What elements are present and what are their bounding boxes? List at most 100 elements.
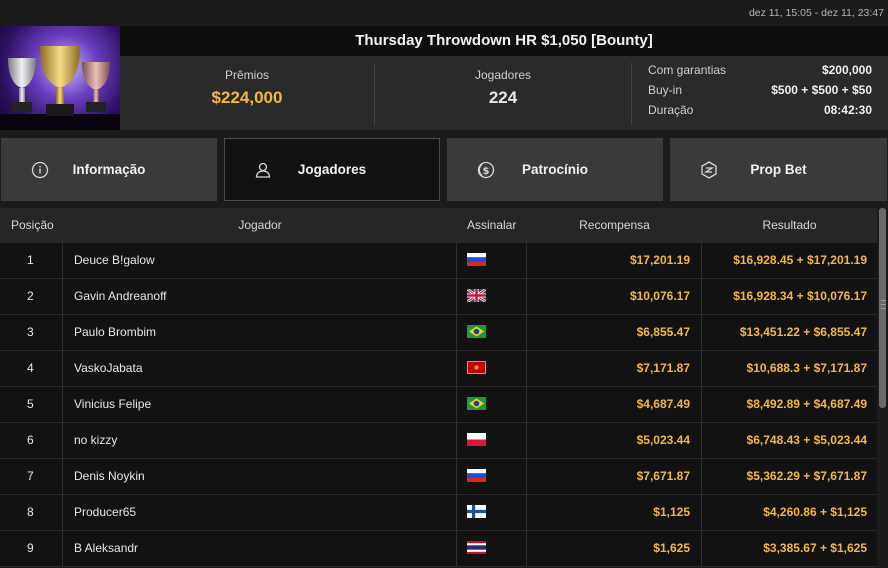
tournament-title: Thursday Throwdown HR $1,050 [Bounty] bbox=[120, 26, 888, 56]
detail-label: Com garantias bbox=[648, 63, 727, 77]
header-flag[interactable]: Assinalar bbox=[457, 208, 527, 243]
tab-players[interactable]: Jogadores bbox=[224, 138, 440, 201]
scrollbar[interactable] bbox=[878, 208, 888, 568]
prizes-value: $224,000 bbox=[211, 88, 283, 107]
tab-sponsorship[interactable]: $ Patrocínio bbox=[447, 138, 663, 201]
players-stat: Jogadores 224 bbox=[375, 56, 631, 130]
cell-result: $13,451.22 + $6,855.47 bbox=[739, 325, 867, 339]
top-bar: dez 11, 15:05 - dez 11, 23:47 bbox=[0, 0, 888, 26]
flag-pl-icon bbox=[467, 433, 486, 447]
cell-position: 5 bbox=[0, 387, 63, 422]
cell-result: $8,492.89 + $4,687.49 bbox=[746, 397, 867, 411]
dollar-coin-icon: $ bbox=[477, 161, 495, 179]
cell-reward: $1,125 bbox=[527, 495, 702, 530]
table-body: 1 Deuce B!galow $17,201.19 $16,928.45 + $17… bbox=[0, 243, 877, 567]
cell-player: Gavin Andreanoff bbox=[63, 279, 457, 314]
table-row[interactable]: 9B Aleksandr $1,625 $3,385.67 + $1,625 bbox=[0, 531, 877, 567]
cell-player: Producer65 bbox=[63, 495, 457, 530]
cell-flag bbox=[457, 495, 527, 530]
cell-position: 3 bbox=[0, 315, 63, 350]
cell-position: 9 bbox=[0, 531, 63, 566]
table-row[interactable]: 6 no kizzy $5,023.44 $6,748.43 + $5,023.44 bbox=[0, 423, 877, 459]
cell-reward: $1,625 bbox=[527, 531, 702, 566]
tournament-stats: Prêmios $224,000 Jogadores 224 Com garan… bbox=[120, 56, 888, 130]
tab-bar: Informação Jogadores $ Patrocínio Prop B… bbox=[0, 138, 888, 201]
cell-reward: $7,671.87 bbox=[527, 459, 702, 494]
tab-information[interactable]: Informação bbox=[1, 138, 217, 201]
cell-player: Vinicius Felipe bbox=[63, 387, 457, 422]
cell-player: Paulo Brombim bbox=[63, 315, 457, 350]
scrollbar-grip bbox=[881, 304, 886, 305]
table-row[interactable]: 8 Producer65 $1,125 $4,260.86 + $1,125 bbox=[0, 495, 877, 531]
detail-buyin: Buy-in $500 + $500 + $50 bbox=[648, 80, 872, 100]
tab-label: Patrocínio bbox=[521, 162, 588, 177]
flag-ru-icon bbox=[467, 253, 486, 267]
cell-position: 7 bbox=[0, 459, 63, 494]
cell-result: $4,260.86 + $1,125 bbox=[763, 505, 867, 519]
info-icon bbox=[31, 161, 49, 179]
cell-player: Deuce B!galow bbox=[63, 243, 457, 278]
table-row[interactable]: 2 Gavin Andreanoff $10,076.17 $16,928.34 + … bbox=[0, 279, 877, 315]
divider bbox=[631, 63, 632, 125]
cell-result: $6,748.43 + $5,023.44 bbox=[746, 433, 867, 447]
table-row[interactable]: 5 Vinicius Felipe $4,687.49 $8,492.89 + $4,… bbox=[0, 387, 877, 423]
cell-player: B Aleksandr bbox=[63, 531, 457, 566]
cell-position: 1 bbox=[0, 243, 63, 278]
flag-br-icon bbox=[467, 397, 486, 411]
cell-result: $16,928.34 + $10,076.17 bbox=[733, 289, 867, 303]
table-row[interactable]: 4 VaskoJabata $7,171.87 $10,688.3 + $7,171.… bbox=[0, 351, 877, 387]
detail-guarantee: Com garantias $200,000 bbox=[648, 60, 872, 80]
cell-reward: $10,076.17 bbox=[527, 279, 702, 314]
table-row[interactable]: 3 Paulo Brombim $6,855.47 $13,451.22 + $6,8… bbox=[0, 315, 877, 351]
header-reward[interactable]: Recompensa bbox=[527, 208, 702, 243]
detail-label: Duração bbox=[648, 103, 694, 117]
svg-text:$: $ bbox=[483, 166, 490, 177]
detail-value: $500 + $500 + $50 bbox=[771, 83, 872, 97]
table-row[interactable]: 7 Denis Noykin $7,671.87 $5,362.29 + $7,671… bbox=[0, 459, 877, 495]
tab-label: Prop Bet bbox=[750, 162, 807, 177]
cell-reward: $5,023.44 bbox=[527, 423, 702, 458]
tournament-details: Com garantias $200,000 Buy-in $500 + $50… bbox=[648, 60, 872, 120]
cell-position: 2 bbox=[0, 279, 63, 314]
tab-prop-bet[interactable]: Prop Bet bbox=[670, 138, 887, 201]
header-position[interactable]: Posição bbox=[0, 208, 63, 243]
table-header: Posição Jogador Assinalar Recompensa Res… bbox=[0, 208, 877, 243]
cell-player: VaskoJabata bbox=[63, 351, 457, 386]
cell-flag bbox=[457, 459, 527, 494]
scrollbar-thumb[interactable] bbox=[879, 208, 886, 408]
cell-flag bbox=[457, 531, 527, 566]
cell-reward: $7,171.87 bbox=[527, 351, 702, 386]
flag-gb-icon bbox=[467, 289, 486, 303]
user-icon bbox=[255, 162, 271, 178]
header-player[interactable]: Jogador bbox=[63, 208, 457, 243]
cell-result: $3,385.67 + $1,625 bbox=[763, 541, 867, 555]
table-row[interactable]: 1 Deuce B!galow $17,201.19 $16,928.45 + $17… bbox=[0, 243, 877, 279]
detail-duration: Duração 08:42:30 bbox=[648, 100, 872, 120]
cell-flag bbox=[457, 315, 527, 350]
cell-reward: $17,201.19 bbox=[527, 243, 702, 278]
shield-bet-icon bbox=[701, 161, 717, 179]
cell-position: 6 bbox=[0, 423, 63, 458]
players-table: Posição Jogador Assinalar Recompensa Res… bbox=[0, 208, 877, 568]
cell-position: 8 bbox=[0, 495, 63, 530]
cell-reward: $6,855.47 bbox=[527, 315, 702, 350]
cell-result: $5,362.29 + $7,671.87 bbox=[746, 469, 867, 483]
tournament-header: Thursday Throwdown HR $1,050 [Bounty] Pr… bbox=[0, 26, 888, 130]
prizes-stat: Prêmios $224,000 bbox=[120, 56, 374, 130]
date-range: dez 11, 15:05 - dez 11, 23:47 bbox=[748, 7, 884, 19]
cell-result: $16,928.45 + $17,201.19 bbox=[733, 253, 867, 267]
tab-label: Jogadores bbox=[297, 162, 367, 177]
detail-value: 08:42:30 bbox=[823, 103, 872, 117]
cell-flag bbox=[457, 351, 527, 386]
cell-flag bbox=[457, 279, 527, 314]
flag-ru-icon bbox=[467, 469, 486, 483]
players-label: Jogadores bbox=[474, 68, 532, 82]
scrollbar-grip bbox=[881, 308, 886, 309]
cell-flag bbox=[457, 387, 527, 422]
header-result[interactable]: Resultado bbox=[702, 208, 877, 243]
cell-flag bbox=[457, 243, 527, 278]
flag-th-icon bbox=[467, 541, 486, 555]
cell-result: $10,688.3 + $7,171.87 bbox=[746, 361, 867, 375]
cell-player: Denis Noykin bbox=[63, 459, 457, 494]
cell-reward: $4,687.49 bbox=[527, 387, 702, 422]
